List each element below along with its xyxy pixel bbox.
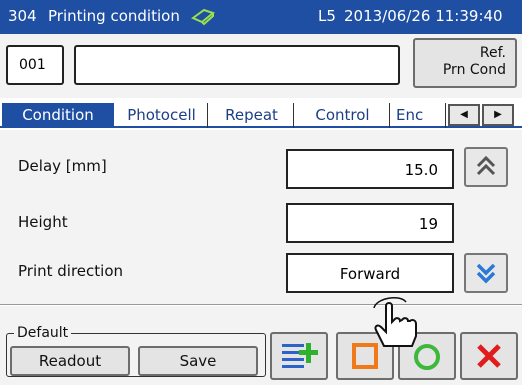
page-down-icon — [476, 263, 496, 284]
height-input[interactable]: 19 — [286, 203, 454, 243]
tab-control[interactable]: Control — [296, 103, 390, 128]
add-list-button[interactable] — [270, 332, 328, 380]
condition-name-field[interactable] — [74, 45, 400, 85]
height-label: Height — [18, 213, 68, 231]
screen-code: 304 — [8, 7, 37, 25]
readout-button[interactable]: Readout — [10, 346, 130, 376]
ref-prn-cond-button[interactable]: Ref. Prn Cond — [413, 38, 517, 88]
tab-photocell[interactable]: Photocell — [116, 103, 208, 128]
print-direction-label: Print direction — [18, 262, 124, 280]
tab-encoder[interactable]: Enc — [392, 103, 446, 128]
datetime: 2013/06/26 11:39:40 — [344, 7, 503, 25]
line-id: L5 — [318, 7, 336, 25]
print-direction-select[interactable]: Forward — [286, 253, 454, 293]
tab-condition[interactable]: Condition — [2, 103, 114, 128]
page-down-button[interactable] — [464, 253, 508, 293]
default-group-label: Default — [14, 325, 72, 341]
ref-label: Ref. — [479, 45, 506, 61]
delay-input[interactable]: 15.0 — [286, 149, 454, 189]
save-button[interactable]: Save — [138, 346, 258, 376]
close-button[interactable] — [460, 332, 518, 380]
page-up-icon — [476, 155, 496, 176]
screen-title: Printing condition — [48, 7, 180, 25]
add-list-icon — [282, 343, 318, 368]
tab-repeat[interactable]: Repeat — [210, 103, 294, 128]
page-up-button[interactable] — [464, 147, 508, 187]
tab-prev-button[interactable]: ◀ — [448, 104, 480, 126]
hand-pointer-icon — [373, 296, 417, 347]
delay-label: Delay [mm] — [18, 157, 107, 175]
tab-next-icon: ▶ — [494, 109, 502, 120]
condition-number-field[interactable]: 001 — [6, 45, 64, 85]
prn-cond-label: Prn Cond — [442, 62, 506, 78]
tab-next-button[interactable]: ▶ — [482, 104, 514, 126]
close-icon — [477, 344, 501, 368]
status-icon — [191, 8, 216, 26]
tab-prev-icon: ◀ — [460, 109, 468, 120]
